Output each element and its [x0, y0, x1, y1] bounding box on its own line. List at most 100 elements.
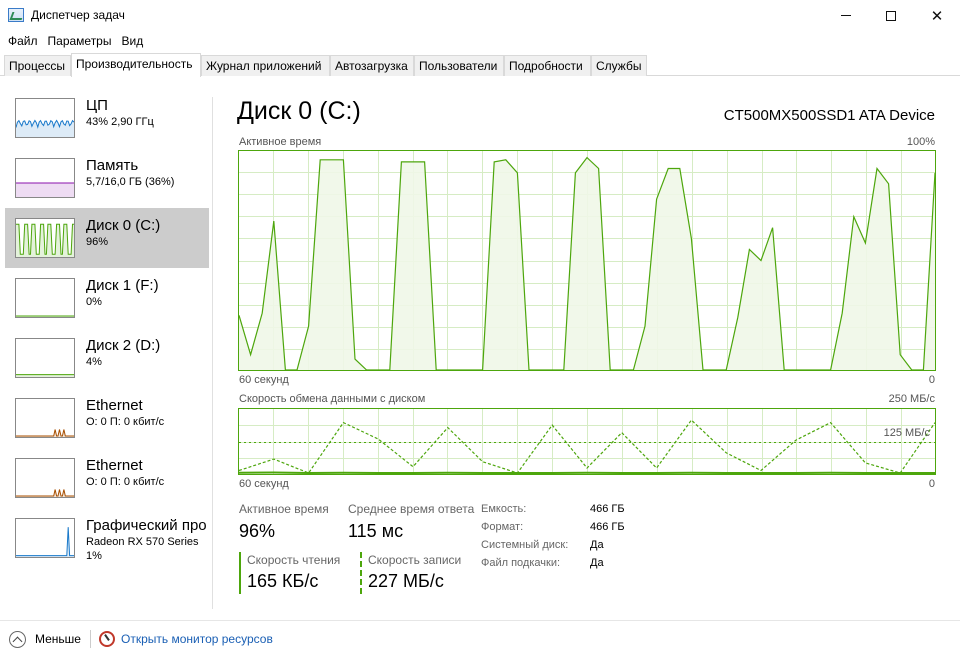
write-speed-value: 227 МБ/с — [368, 571, 444, 591]
disk2-thumbnail — [15, 338, 75, 378]
memory-thumbnail-graph — [16, 182, 74, 197]
chart2-min-label: 0 — [928, 478, 935, 490]
chart2-max-label: 250 МБ/с — [888, 393, 935, 405]
capacity-label: Емкость: — [481, 503, 527, 515]
minimize-icon — [841, 15, 851, 16]
chart2-mid-label: 125 МБ/с — [883, 427, 930, 439]
tab-app-history[interactable]: Журнал приложений — [201, 55, 330, 76]
tab-services[interactable]: Службы — [591, 55, 647, 76]
read-speed-line — [238, 471, 935, 475]
device-name: CT500MX500SSD1 ATA Device — [723, 107, 935, 124]
ethernet2-thumbnail-graph — [16, 489, 74, 497]
disk1-thumbnail-graph — [16, 315, 74, 317]
close-button[interactable]: ✕ — [914, 0, 960, 31]
chart1-max-label: 100% — [906, 136, 935, 148]
thumbnail-line — [16, 489, 74, 497]
resource-monitor-icon — [99, 631, 115, 647]
sidebar-item-label: Память — [86, 157, 139, 174]
title-bar: Диспетчер задач ✕ — [0, 0, 960, 31]
sidebar-item-value: 4% — [86, 356, 102, 368]
sidebar-item-disk1[interactable]: Диск 1 (F:) 0% — [5, 268, 209, 328]
sidebar-item-usage: 1% — [86, 550, 102, 562]
maximize-button[interactable] — [868, 0, 914, 31]
chevron-up-circle-icon[interactable] — [9, 631, 26, 648]
sidebar-item-label: Диск 1 (F:) — [86, 277, 159, 294]
chart1-label: Активное время — [239, 136, 322, 148]
chart1-x-label: 60 секунд — [239, 374, 289, 386]
minimize-button[interactable] — [823, 0, 869, 31]
tab-details[interactable]: Подробности — [504, 55, 591, 76]
tab-users[interactable]: Пользователи — [414, 55, 504, 76]
tab-processes[interactable]: Процессы — [4, 55, 71, 76]
sidebar-item-gpu[interactable]: Графический про Radeon RX 570 Series 1% — [5, 508, 209, 568]
tab-startup[interactable]: Автозагрузка — [330, 55, 414, 76]
thumbnail-line — [16, 429, 74, 437]
ethernet1-thumbnail-graph — [16, 429, 74, 437]
sidebar-item-value: 96% — [86, 236, 109, 248]
sidebar-item-disk2[interactable]: Диск 2 (D:) 4% — [5, 328, 209, 388]
response-time-label: Среднее время ответа — [348, 502, 475, 516]
sidebar-item-label: ЦП — [86, 97, 108, 114]
thumbnail-area — [16, 183, 74, 197]
window-title: Диспетчер задач — [31, 8, 125, 22]
disk2-thumbnail-graph — [16, 374, 74, 377]
write-speed-indicator — [360, 552, 362, 594]
ethernet1-thumbnail — [15, 398, 75, 438]
memory-thumbnail — [15, 158, 75, 198]
transfer-rate-chart — [238, 408, 936, 475]
tab-performance[interactable]: Производительность — [71, 53, 201, 77]
read-speed-label: Скорость чтения — [247, 553, 341, 567]
sidebar-item-ethernet-1[interactable]: Ethernet О: 0 П: 0 кбит/с — [5, 388, 209, 448]
sidebar-item-value: О: 0 П: 0 кбит/с — [86, 476, 165, 488]
sidebar-item-value: 5,7/16,0 ГБ (36%) — [86, 176, 175, 188]
gpu-thumbnail-graph — [16, 527, 74, 557]
write-speed-label: Скорость записи — [368, 553, 462, 567]
sidebar-item-value: 0% — [86, 296, 102, 308]
sidebar-item-label: Графический про — [86, 517, 207, 534]
menu-bar: Файл Параметры Вид — [0, 31, 960, 51]
sidebar-divider — [212, 97, 213, 609]
read-speed-indicator — [239, 552, 241, 594]
chart2-label: Скорость обмена данными с диском — [239, 393, 426, 405]
read-speed-value: 165 КБ/с — [247, 571, 319, 591]
open-resource-monitor-link[interactable]: Открыть монитор ресурсов — [121, 632, 273, 646]
sidebar-item-cpu[interactable]: ЦП 43% 2,90 ГГц — [5, 88, 209, 148]
sidebar-item-label: Диск 2 (D:) — [86, 337, 161, 354]
chart2-x-label: 60 секунд — [239, 478, 289, 490]
thumbnail-line — [16, 527, 74, 557]
page-title: Диск 0 (C:) — [237, 97, 361, 125]
page-file-label: Файл подкачки: — [481, 557, 561, 569]
tab-bar: Процессы Производительность Журнал прило… — [0, 53, 960, 77]
disk1-thumbnail — [15, 278, 75, 318]
fewer-details-button[interactable]: Меньше — [35, 632, 81, 646]
format-label: Формат: — [481, 521, 524, 533]
sidebar-item-label: Ethernet — [86, 457, 143, 474]
sidebar-item-label: Ethernet — [86, 397, 143, 414]
system-disk-value: Да — [590, 539, 604, 551]
disk0-thumbnail-graph — [16, 223, 74, 257]
sidebar-item-disk0[interactable]: Диск 0 (C:) 96% — [5, 208, 209, 268]
maximize-icon — [886, 10, 896, 21]
menu-options[interactable]: Параметры — [43, 31, 117, 51]
sidebar-item-memory[interactable]: Память 5,7/16,0 ГБ (36%) — [5, 148, 209, 208]
sidebar-item-label: Диск 0 (C:) — [86, 217, 161, 234]
capacity-value: 466 ГБ — [590, 503, 625, 515]
footer-bar: Меньше Открыть монитор ресурсов — [0, 620, 960, 655]
active-time-value: 96% — [239, 521, 276, 541]
page-file-value: Да — [590, 557, 604, 569]
menu-view[interactable]: Вид — [116, 31, 148, 51]
menu-file[interactable]: Файл — [3, 31, 43, 51]
close-icon: ✕ — [930, 7, 944, 25]
task-manager-icon — [8, 8, 24, 22]
cpu-thumbnail-graph — [16, 119, 74, 137]
footer-divider — [90, 630, 91, 648]
sidebar-item-value: О: 0 П: 0 кбит/с — [86, 416, 165, 428]
gpu-thumbnail — [15, 518, 75, 558]
sidebar-item-ethernet-2[interactable]: Ethernet О: 0 П: 0 кбит/с — [5, 448, 209, 508]
active-time-label: Активное время — [239, 502, 329, 516]
thumbnail-area — [16, 527, 74, 557]
sidebar-item-value: Radeon RX 570 Series — [86, 536, 199, 548]
chart1-min-label: 0 — [928, 374, 935, 386]
resource-sidebar: ЦП 43% 2,90 ГГц Память 5,7/16,0 ГБ (36%)… — [0, 77, 212, 610]
ethernet2-thumbnail — [15, 458, 75, 498]
